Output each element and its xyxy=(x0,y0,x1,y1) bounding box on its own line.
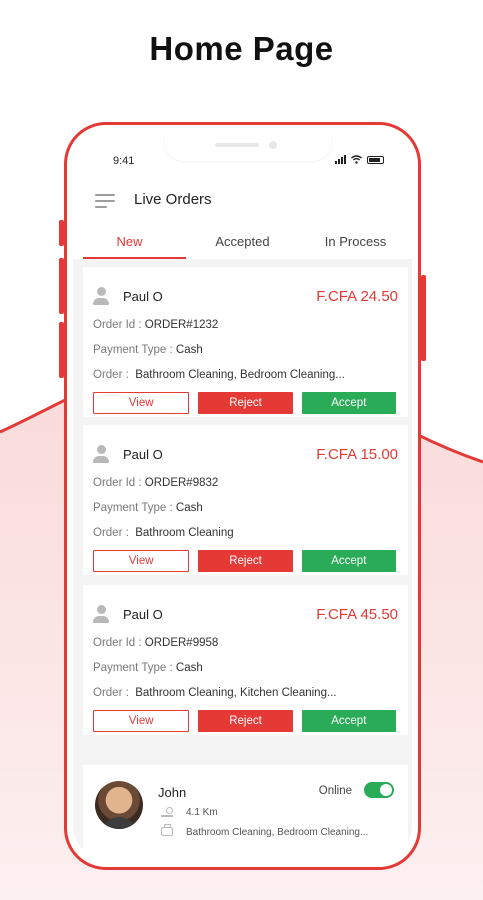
accept-button[interactable]: Accept xyxy=(301,392,396,414)
payment-type-label: Payment Type : xyxy=(93,502,173,514)
order-services: Bathroom Cleaning, Kitchen Cleaning... xyxy=(135,687,337,699)
tab-in-process[interactable]: In Process xyxy=(299,226,412,259)
status-icons xyxy=(335,155,384,164)
order-price: F.CFA 24.50 xyxy=(316,288,398,305)
order-actions: View Reject Accept xyxy=(93,550,396,572)
order-price: F.CFA 15.00 xyxy=(316,446,398,463)
hamburger-icon[interactable] xyxy=(95,194,115,208)
payment-type-label: Payment Type : xyxy=(93,344,173,356)
order-id-label: Order Id : xyxy=(93,637,142,649)
order-actions: View Reject Accept xyxy=(93,392,396,414)
reject-button[interactable]: Reject xyxy=(198,550,293,572)
payment-type-row: Payment Type : Cash xyxy=(93,662,203,674)
customer-name: Paul O xyxy=(123,607,163,622)
app-topbar: 9:41 Live Orders New Accepted In Process xyxy=(73,131,412,259)
driver-services: Bathroom Cleaning, Bedroom Cleaning... xyxy=(186,827,369,838)
page-title: Home Page xyxy=(149,30,334,67)
order-id-value: ORDER#9958 xyxy=(144,637,219,649)
order-label: Order : xyxy=(93,527,129,539)
order-services-row: Order : Bathroom Cleaning, Kitchen Clean… xyxy=(93,687,337,699)
tab-new[interactable]: New xyxy=(73,226,186,259)
payment-type-label: Payment Type : xyxy=(93,662,173,674)
wifi-icon xyxy=(351,155,362,164)
order-card: Paul O F.CFA 15.00 Order Id : ORDER#9832… xyxy=(83,425,408,575)
order-actions: View Reject Accept xyxy=(93,710,396,732)
tab-bar: New Accepted In Process xyxy=(73,226,412,259)
order-id-value: ORDER#9832 xyxy=(144,477,219,489)
location-icon xyxy=(161,807,173,817)
payment-type-value: Cash xyxy=(175,502,203,514)
accept-button[interactable]: Accept xyxy=(301,550,396,572)
payment-type-value: Cash xyxy=(175,662,203,674)
order-card: Paul O F.CFA 45.50 Order Id : ORDER#9958… xyxy=(83,585,408,735)
online-status-label: Online xyxy=(318,785,352,797)
status-time: 9:41 xyxy=(113,155,135,167)
view-button[interactable]: View xyxy=(93,710,190,732)
order-services-row: Order : Bathroom Cleaning xyxy=(93,527,234,539)
avatar xyxy=(95,781,143,829)
reject-button[interactable]: Reject xyxy=(198,710,293,732)
header-title: Live Orders xyxy=(134,191,212,208)
person-icon xyxy=(93,287,109,305)
order-card: Paul O F.CFA 24.50 Order Id : ORDER#1232… xyxy=(83,267,408,417)
briefcase-icon xyxy=(161,824,173,836)
order-label: Order : xyxy=(93,687,129,699)
phone-screen: 9:41 Live Orders New Accepted In Process… xyxy=(73,131,412,861)
phone-frame: 9:41 Live Orders New Accepted In Process… xyxy=(64,122,421,870)
order-id-label: Order Id : xyxy=(93,319,142,331)
reject-button[interactable]: Reject xyxy=(198,392,293,414)
view-button[interactable]: View xyxy=(93,550,190,572)
order-services-row: Order : Bathroom Cleaning, Bedroom Clean… xyxy=(93,369,345,381)
order-id-value: ORDER#1232 xyxy=(144,319,219,331)
phone-power-button xyxy=(421,275,426,361)
camera-icon xyxy=(269,141,277,149)
customer-name: Paul O xyxy=(123,447,163,462)
customer-name: Paul O xyxy=(123,289,163,304)
online-toggle[interactable] xyxy=(364,782,394,798)
person-icon xyxy=(93,445,109,463)
speaker xyxy=(215,143,259,147)
order-services: Bathroom Cleaning, Bedroom Cleaning... xyxy=(135,369,345,381)
battery-icon xyxy=(367,155,384,164)
order-id-row: Order Id : ORDER#1232 xyxy=(93,319,218,331)
order-id-row: Order Id : ORDER#9958 xyxy=(93,637,218,649)
header: Live Orders xyxy=(73,183,412,219)
signal-icon xyxy=(335,155,346,164)
order-price: F.CFA 45.50 xyxy=(316,606,398,623)
view-button[interactable]: View xyxy=(93,392,190,414)
accept-button[interactable]: Accept xyxy=(301,710,396,732)
tab-accepted[interactable]: Accepted xyxy=(186,226,299,259)
payment-type-value: Cash xyxy=(175,344,203,356)
driver-card: John Online 4.1 Km Bathroom Cleaning, Be… xyxy=(83,765,408,861)
order-id-row: Order Id : ORDER#9832 xyxy=(93,477,218,489)
phone-notch xyxy=(165,131,331,161)
order-label: Order : xyxy=(93,369,129,381)
payment-type-row: Payment Type : Cash xyxy=(93,344,203,356)
payment-type-row: Payment Type : Cash xyxy=(93,502,203,514)
driver-distance: 4.1 Km xyxy=(186,807,218,818)
driver-name: John xyxy=(158,785,187,800)
order-services: Bathroom Cleaning xyxy=(135,527,234,539)
order-id-label: Order Id : xyxy=(93,477,142,489)
person-icon xyxy=(93,605,109,623)
